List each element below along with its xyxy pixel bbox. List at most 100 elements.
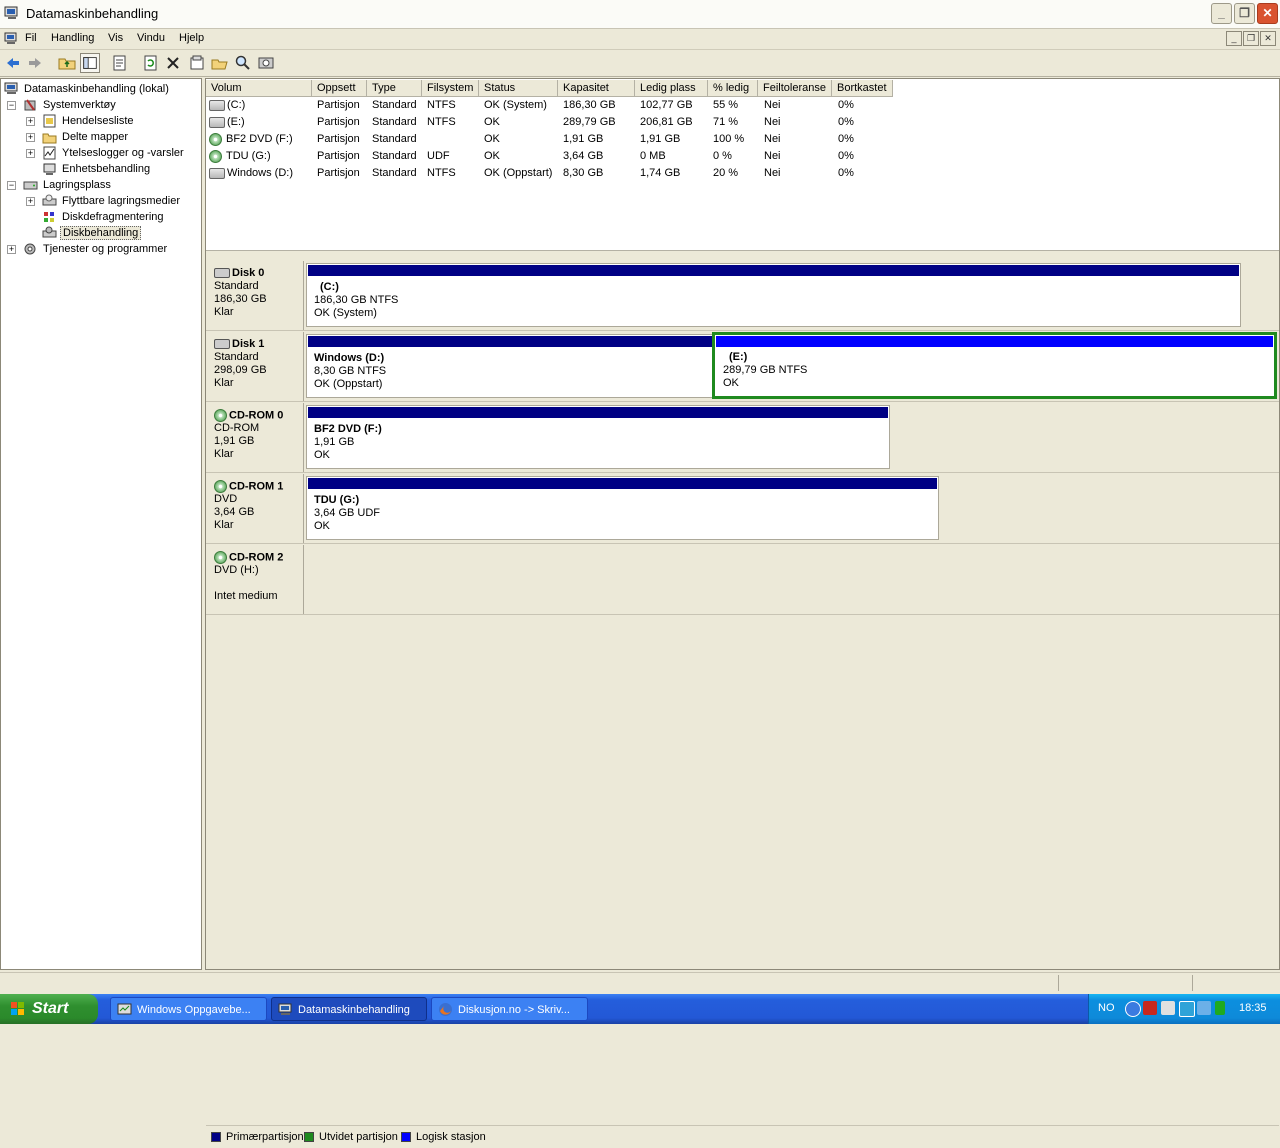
tree-item-ytelseslogger[interactable]: Ytelseslogger og -varsler xyxy=(42,145,186,161)
disk-row[interactable]: Disk 1 Standard 298,09 GB Klar Windows (… xyxy=(206,332,1279,402)
child-close-button[interactable]: ✕ xyxy=(1260,31,1276,46)
search-icon[interactable] xyxy=(233,53,253,73)
menu-fil[interactable]: Fil xyxy=(25,32,37,44)
column-header-status[interactable]: Status xyxy=(479,80,558,97)
forward-arrow-icon[interactable] xyxy=(25,53,45,73)
disk-settings-icon[interactable] xyxy=(256,53,276,73)
collapse-toggle[interactable]: − xyxy=(7,181,16,190)
column-header-filsystem[interactable]: Filsystem xyxy=(422,80,479,97)
properties-sheet-icon[interactable] xyxy=(187,53,207,73)
volume-row[interactable]: (E:) Partisjon Standard NTFS OK 289,79 G… xyxy=(206,114,1106,131)
partition-d[interactable]: Windows (D:) 8,30 GB NTFS OK (Oppstart) xyxy=(306,334,714,398)
volume-row[interactable]: TDU (G:) Partisjon Standard UDF OK 3,64 … xyxy=(206,148,1106,165)
column-header-feiltoleranse[interactable]: Feiltoleranse xyxy=(758,80,832,97)
hard-disk-icon xyxy=(214,268,230,279)
column-header-kapasitet[interactable]: Kapasitet xyxy=(558,80,635,97)
legend-logical: Logisk stasjon xyxy=(401,1131,486,1143)
device-manager-icon xyxy=(43,163,56,176)
cd-drive-icon xyxy=(209,132,222,146)
expand-toggle[interactable]: + xyxy=(26,133,35,142)
column-header-ledig-plass[interactable]: Ledig plass xyxy=(635,80,708,97)
column-header-prosent-ledig[interactable]: % ledig xyxy=(708,80,758,97)
status-icon[interactable] xyxy=(1215,1001,1225,1015)
language-indicator[interactable]: NO xyxy=(1098,1002,1115,1014)
disk-row[interactable]: Disk 0 Standard 186,30 GB Klar (C:) 186,… xyxy=(206,261,1279,331)
tree-item-diskbehandling[interactable]: Diskbehandling xyxy=(42,225,142,241)
refresh-icon[interactable] xyxy=(141,53,161,73)
type-cell: Standard xyxy=(372,150,417,162)
expand-toggle[interactable]: + xyxy=(26,197,35,206)
layout-cell: Partisjon xyxy=(317,99,360,111)
disk-row[interactable]: CD-ROM 1 DVD 3,64 GB Klar TDU (G:) 3,64 … xyxy=(206,474,1279,544)
disk-label[interactable]: CD-ROM 2 DVD (H:) Intet medium xyxy=(206,545,304,614)
task-button-computer-management[interactable]: Datamaskinbehandling xyxy=(271,997,427,1021)
tray-app-icon[interactable] xyxy=(1179,1001,1195,1017)
show-hide-tree-icon[interactable] xyxy=(80,53,100,73)
child-minimize-button[interactable]: _ xyxy=(1226,31,1242,46)
properties-icon[interactable] xyxy=(110,53,130,73)
minimize-button[interactable]: _ xyxy=(1211,3,1232,24)
expand-toggle[interactable]: + xyxy=(26,117,35,126)
layout-cell: Partisjon xyxy=(317,150,360,162)
disk-label[interactable]: CD-ROM 1 DVD 3,64 GB Klar xyxy=(206,474,304,543)
child-restore-button[interactable]: ❐ xyxy=(1243,31,1259,46)
partition-g[interactable]: TDU (G:) 3,64 GB UDF OK xyxy=(306,476,939,540)
status-cell: OK xyxy=(484,116,500,128)
volume-row[interactable]: Windows (D:) Partisjon Standard NTFS OK … xyxy=(206,165,1106,182)
column-header-oppsett[interactable]: Oppsett xyxy=(312,80,367,97)
percent-free-cell: 20 % xyxy=(713,167,739,179)
column-header-type[interactable]: Type xyxy=(367,80,422,97)
primary-partition-bar xyxy=(308,478,937,489)
menu-hjelp[interactable]: Hjelp xyxy=(179,32,204,44)
close-button[interactable]: ✕ xyxy=(1257,3,1278,24)
volume-row[interactable]: BF2 DVD (F:) Partisjon Standard OK 1,91 … xyxy=(206,131,1106,148)
disk-label[interactable]: CD-ROM 0 CD-ROM 1,91 GB Klar xyxy=(206,403,304,472)
show-hidden-icons-icon[interactable] xyxy=(1125,1001,1141,1017)
tree-item-enhetsbehandling[interactable]: Enhetsbehandling xyxy=(42,161,152,177)
disk-name: CD-ROM 2 xyxy=(229,551,284,564)
expand-toggle[interactable]: + xyxy=(7,245,16,254)
partition-e[interactable]: (E:) 289,79 GB NTFS OK xyxy=(712,332,1277,399)
expand-toggle[interactable]: + xyxy=(26,149,35,158)
console-icon[interactable] xyxy=(4,32,18,45)
delete-icon[interactable] xyxy=(163,53,183,73)
menu-vindu[interactable]: Vindu xyxy=(137,32,165,44)
open-folder-icon[interactable] xyxy=(210,53,230,73)
tree-item-flyttbare[interactable]: Flyttbare lagringsmedier xyxy=(42,193,182,209)
cd-drive-icon xyxy=(209,149,222,163)
tree-item-tjenester[interactable]: Tjenester og programmer xyxy=(23,241,169,257)
tree-item-lagringsplass[interactable]: Lagringsplass xyxy=(23,177,113,193)
volume-row[interactable]: (C:) Partisjon Standard NTFS OK (System)… xyxy=(206,97,1106,114)
clock[interactable]: 18:35 xyxy=(1239,1002,1267,1014)
network-icon[interactable] xyxy=(1197,1001,1211,1015)
back-arrow-icon[interactable] xyxy=(3,53,23,73)
column-header-bortkastet[interactable]: Bortkastet xyxy=(832,80,893,97)
ati-icon[interactable] xyxy=(1143,1001,1157,1015)
disk-label[interactable]: Disk 0 Standard 186,30 GB Klar xyxy=(206,261,304,330)
disk-row[interactable]: CD-ROM 0 CD-ROM 1,91 GB Klar BF2 DVD (F:… xyxy=(206,403,1279,473)
tree-label: Diskdefragmentering xyxy=(62,211,164,223)
menu-vis[interactable]: Vis xyxy=(108,32,123,44)
column-header-volum[interactable]: Volum xyxy=(206,80,312,97)
title-bar[interactable]: Datamaskinbehandling _ ❐ ✕ xyxy=(0,0,1280,29)
status-cell: OK xyxy=(484,150,500,162)
tree-item-systemverktoy[interactable]: Systemverktøy xyxy=(23,97,118,113)
task-button-firefox[interactable]: Diskusjon.no -> Skriv... xyxy=(431,997,588,1021)
partition-f[interactable]: BF2 DVD (F:) 1,91 GB OK xyxy=(306,405,890,469)
disk-label[interactable]: Disk 1 Standard 298,09 GB Klar xyxy=(206,332,304,401)
overhead-cell: 0% xyxy=(838,167,854,179)
start-button[interactable]: Start xyxy=(0,994,98,1024)
tree-item-diskdefrag[interactable]: Diskdefragmentering xyxy=(42,209,166,225)
tree-item-delte-mapper[interactable]: Delte mapper xyxy=(42,129,130,145)
collapse-toggle[interactable]: − xyxy=(7,101,16,110)
up-folder-icon[interactable] xyxy=(57,53,77,73)
restore-button[interactable]: ❐ xyxy=(1234,3,1255,24)
tree-item-root[interactable]: Datamaskinbehandling (lokal) xyxy=(4,81,171,97)
zonealarm-icon[interactable] xyxy=(1161,1001,1175,1015)
task-button-task-manager[interactable]: Windows Oppgavebe... xyxy=(110,997,267,1021)
tree-item-hendelsesliste[interactable]: Hendelsesliste xyxy=(42,113,136,129)
menu-handling[interactable]: Handling xyxy=(51,32,94,44)
drive-icon xyxy=(209,99,225,111)
disk-row[interactable]: CD-ROM 2 DVD (H:) Intet medium xyxy=(206,545,1279,615)
partition-c[interactable]: (C:) 186,30 GB NTFS OK (System) xyxy=(306,263,1241,327)
